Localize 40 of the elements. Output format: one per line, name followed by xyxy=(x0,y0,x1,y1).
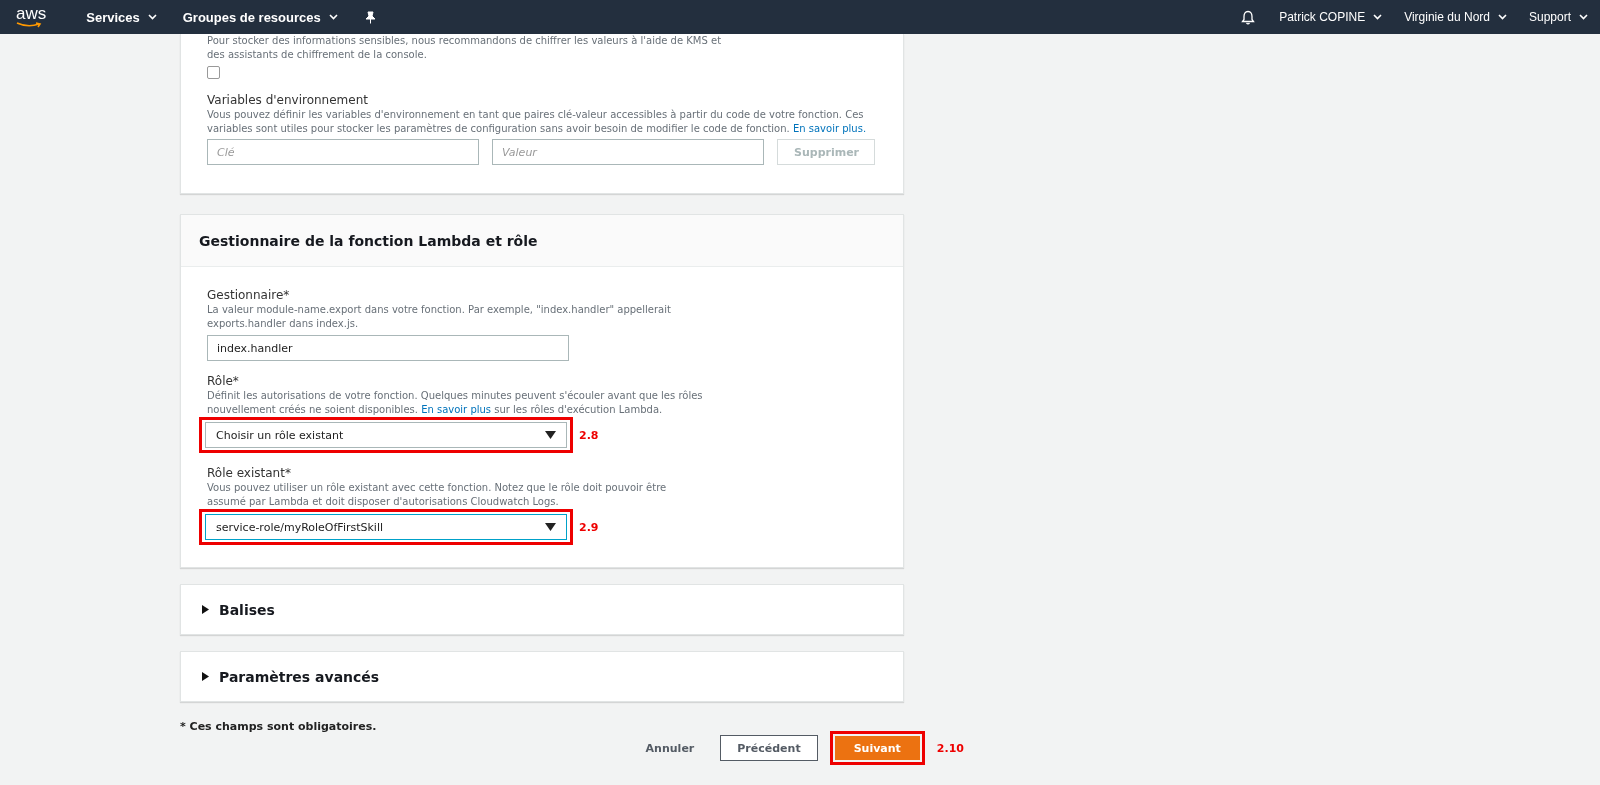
help-text: Pour stocker des informations sensibles, nous recommandons de chiffrer les valeurs à l'aide de KMS et xyxy=(207,34,723,48)
value-field[interactable]: Valeur xyxy=(492,139,764,165)
cancel-button[interactable]: Annuler xyxy=(631,741,709,755)
nav-menu[interactable]: Services xyxy=(86,9,157,25)
learn-more-link[interactable]: En savoir plus. xyxy=(792,123,867,134)
nav-menu[interactable]: Groupes de resources xyxy=(182,9,338,25)
nav-menu[interactable]: Support xyxy=(1528,10,1588,24)
required-note: * Ces champs sont obligatoires. xyxy=(180,720,378,733)
card-title: Gestionnaire de la fonction Lambda et rôle xyxy=(199,232,538,249)
step-label: 2.10 xyxy=(936,741,964,755)
help-text: Vous pouvez utiliser un rôle existant avec cette fonction. Notez que le rôle doit pouvoir être assumé par Lambda et doit disposer d'autorisations Cloudwatch Logs. xyxy=(207,481,668,509)
handler-field[interactable]: index.handler xyxy=(207,335,569,361)
aws-logo[interactable]: aws xyxy=(16,6,47,28)
help-text: Vous pouvez définir les variables d'environnement en tant que paires clé-valeur accessibles à partir du code de votre fonction. Ces variables sont utiles pour stocker les paramètres de configuration sans avoir besoin de modifier le code de fonction. En savoir plus. xyxy=(207,108,868,136)
nav-menu[interactable]: Virginie du Nord xyxy=(1404,10,1507,24)
triangle-right-icon xyxy=(201,605,209,614)
field-label: Gestionnaire* xyxy=(207,287,291,303)
step-label: 2.8 xyxy=(579,428,599,442)
help-text: des assistants de chiffrement de la console. xyxy=(207,48,428,62)
smile-icon xyxy=(16,22,42,28)
section-header[interactable]: Paramètres avancés xyxy=(180,651,904,702)
learn-more-link[interactable]: En savoir plus xyxy=(421,404,492,415)
help-text: Définit les autorisations de votre fonction. Quelques minutes peuvent s'écouler avant que les rôles nouvellement créés ne soient disponibles. En savoir plus sur les rôles d'exécution Lambda. xyxy=(207,389,704,417)
field-label: Rôle existant* xyxy=(207,465,292,481)
help-text: La valeur module-name.export dans votre fonction. Par exemple, "index.handler" appellerait exports.handler dans index.js. xyxy=(207,303,672,331)
field-label: Rôle* xyxy=(207,373,240,389)
pin-icon[interactable] xyxy=(363,10,376,24)
role-dropdown[interactable]: service-role/myRoleOfFirstSkill xyxy=(205,514,567,540)
key-field[interactable]: Clé xyxy=(207,139,479,165)
role-dropdown[interactable]: Choisir un rôle existant xyxy=(205,422,567,448)
dropdown-arrow-icon xyxy=(545,431,556,439)
triangle-right-icon xyxy=(201,672,209,681)
encryption-checkbox[interactable] xyxy=(207,66,220,79)
dropdown-arrow-icon xyxy=(545,523,556,531)
section-header[interactable]: Balises xyxy=(180,584,904,635)
field-label: Variables d'environnement xyxy=(207,92,369,108)
previous-button[interactable]: Précédent xyxy=(720,735,818,761)
nav-menu[interactable]: Patrick COPINE xyxy=(1279,10,1383,24)
bell-icon[interactable] xyxy=(1241,9,1256,25)
step-label: 2.9 xyxy=(579,520,599,534)
